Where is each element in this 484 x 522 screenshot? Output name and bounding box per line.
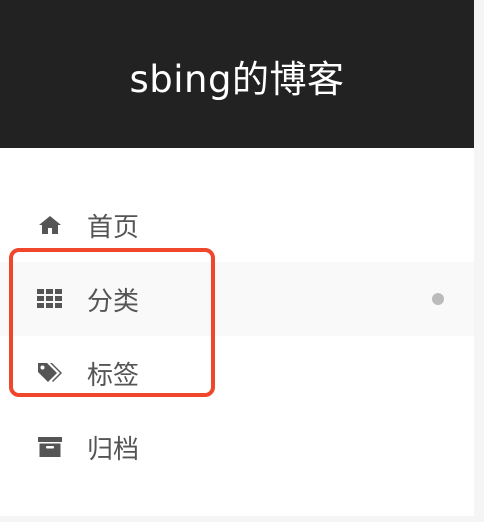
site-header: sbing的博客 bbox=[0, 0, 474, 148]
menu-item-archives[interactable]: 归档 bbox=[0, 410, 474, 484]
active-indicator-dot bbox=[432, 293, 444, 305]
site-title[interactable]: sbing的博客 bbox=[130, 49, 345, 103]
menu-item-label: 归档 bbox=[87, 434, 140, 465]
annotation-highlight-box bbox=[9, 248, 215, 397]
sidebar-panel: sbing的博客 首页 分类 标签 归档 bbox=[0, 0, 474, 516]
page-background-edge bbox=[474, 0, 484, 522]
home-icon bbox=[36, 213, 64, 237]
menu-item-label: 首页 bbox=[87, 212, 140, 243]
archive-icon bbox=[36, 435, 64, 459]
